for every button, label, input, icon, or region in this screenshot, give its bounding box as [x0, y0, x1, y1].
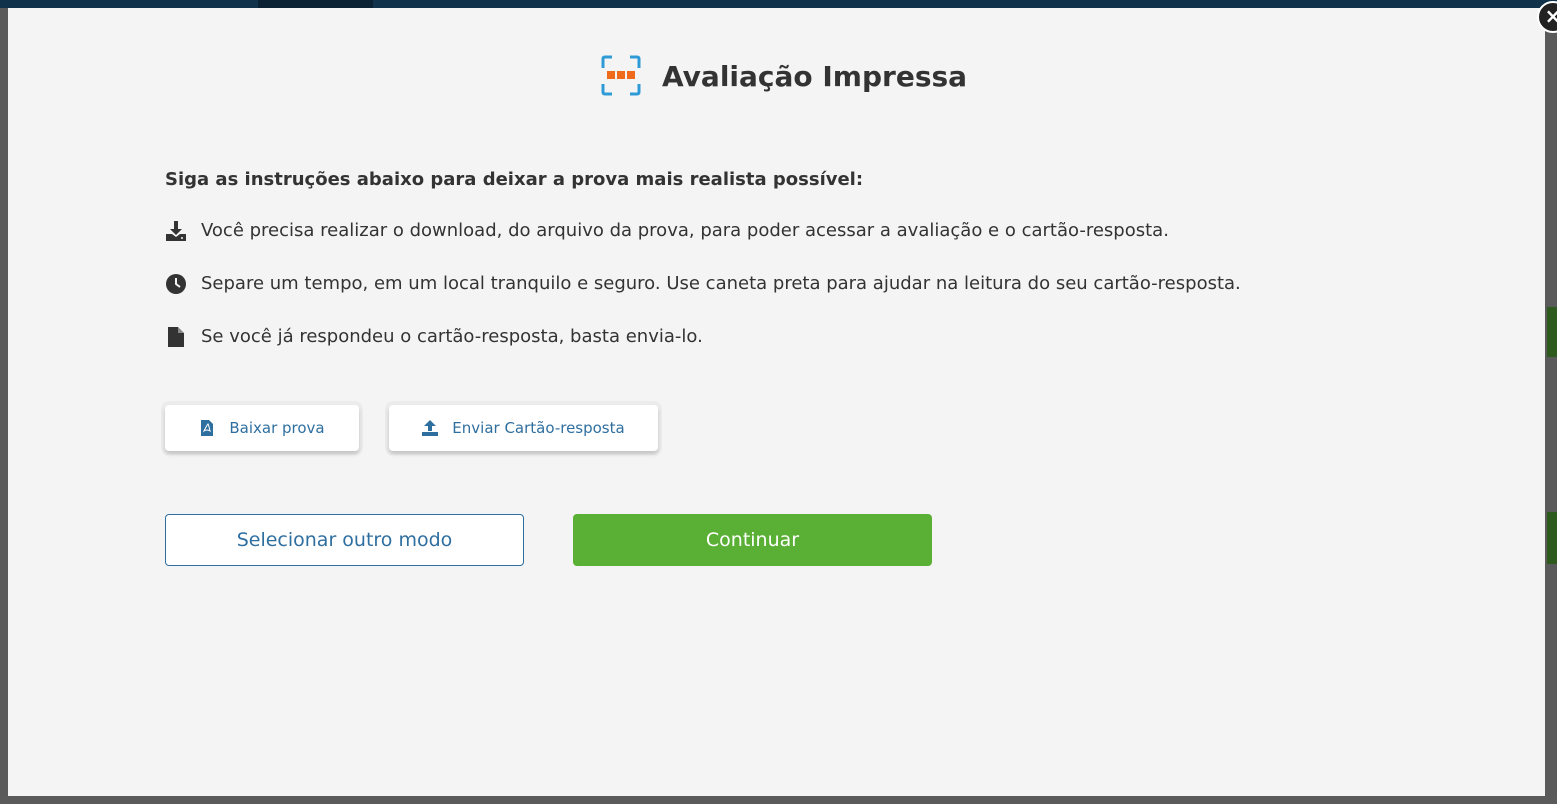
- scan-icon: [601, 55, 641, 96]
- file-icon: [168, 327, 184, 347]
- background-top-bar-tab: [258, 0, 373, 8]
- background-bottom: [0, 796, 1557, 804]
- upload-answer-sheet-button[interactable]: Enviar Cartão-resposta: [389, 405, 658, 451]
- background-top-bar: [0, 0, 1557, 8]
- pdf-file-icon: [201, 420, 214, 436]
- instruction-item: Separe um tempo, em um local tranquilo e…: [165, 273, 1241, 295]
- modal-title: Avaliação Impressa: [662, 59, 968, 93]
- continue-button[interactable]: Continuar: [573, 514, 932, 566]
- instructions-intro: Siga as instruções abaixo para deixar a …: [165, 169, 864, 190]
- upload-icon: [422, 420, 439, 436]
- background-green-button: [1547, 307, 1557, 357]
- background-left-strip: [0, 8, 8, 804]
- background-right-strip: [1545, 8, 1557, 804]
- download-exam-label: Baixar prova: [229, 419, 325, 437]
- modal-header: Avaliação Impressa: [600, 51, 967, 101]
- close-icon: ×: [1544, 4, 1557, 28]
- instruction-text: Separe um tempo, em um local tranquilo e…: [201, 273, 1241, 294]
- close-modal-button[interactable]: ×: [1537, 1, 1557, 33]
- background-green-button: [1547, 512, 1557, 564]
- clock-icon: [166, 274, 186, 294]
- select-other-mode-button[interactable]: Selecionar outro modo: [165, 514, 524, 566]
- instruction-item: Se você já respondeu o cartão-resposta, …: [165, 326, 703, 348]
- download-exam-button[interactable]: Baixar prova: [165, 405, 359, 451]
- upload-answer-sheet-label: Enviar Cartão-resposta: [452, 419, 625, 437]
- printed-assessment-modal: Avaliação Impressa Siga as instruções ab…: [8, 1, 1557, 796]
- download-icon: [166, 221, 186, 241]
- instruction-text: Se você já respondeu o cartão-resposta, …: [201, 326, 703, 347]
- instruction-item: Você precisa realizar o download, do arq…: [165, 220, 1169, 242]
- instruction-text: Você precisa realizar o download, do arq…: [201, 220, 1169, 241]
